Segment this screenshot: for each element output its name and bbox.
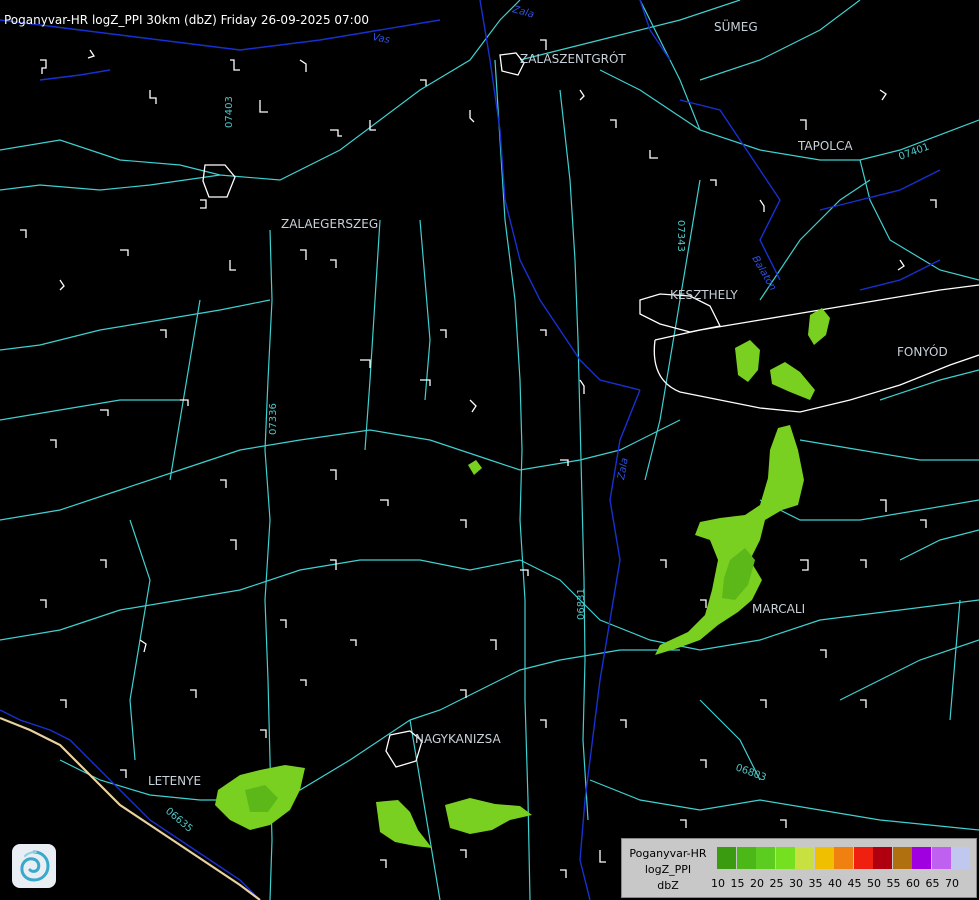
river-labels: Zala Vas Zala Balaton (371, 4, 778, 481)
legend-unit: dbZ (657, 879, 679, 892)
legend-tick: 70 (945, 877, 959, 890)
legend-swatch (717, 847, 736, 869)
road-label: 06635 (163, 806, 194, 835)
legend-swatch (756, 847, 775, 869)
river-label: Zala (510, 4, 535, 21)
echo-marcali (655, 425, 804, 655)
road-label: 07403 (224, 96, 235, 128)
map-title: Poganyvar-HR logZ_PPI 30km (dbZ) Friday … (4, 13, 369, 27)
echo-fonyod (808, 308, 830, 345)
city-zalaszentgrot: ZALASZENTGRÓT (520, 51, 626, 66)
legend-swatch (873, 847, 892, 869)
legend-tick: 10 (711, 877, 725, 890)
legend-swatch (931, 847, 951, 869)
echo-keszthely-2 (770, 362, 815, 400)
city-fonyod: FONYÓD (897, 344, 948, 359)
legend-tick: 40 (828, 877, 842, 890)
legend-tick: 30 (789, 877, 803, 890)
legend-swatch (951, 847, 970, 869)
legend-swatch (775, 847, 795, 869)
road-label: 06803 (734, 762, 768, 783)
legend-swatch (912, 847, 931, 869)
river-label: Vas (371, 32, 390, 46)
legend-tick: 15 (730, 877, 745, 890)
legend-tick: 35 (808, 877, 823, 890)
city-tapolca: TAPOLCA (797, 139, 853, 153)
echo-nagykanizsa-1 (376, 800, 432, 848)
met-service-swirl-icon (12, 844, 56, 888)
city-letenye: LETENYE (148, 774, 201, 788)
river-label: Zala (616, 457, 631, 481)
color-legend: Poganyvar-HR logZ_PPI dbZ 10 15 20 25 30 35 40… (621, 838, 977, 898)
city-nagykanizsa: NAGYKANIZSA (415, 732, 501, 746)
road-label: 07343 (675, 220, 686, 252)
echo-keszthely-1 (735, 340, 760, 382)
radar-map: SÜMEG ZALASZENTGRÓT TAPOLCA ZALAEGERSZEG… (0, 0, 979, 900)
legend-tick: 45 (847, 877, 862, 890)
road-network (0, 0, 979, 900)
legend-swatch (892, 847, 912, 869)
legend-tick: 20 (750, 877, 764, 890)
legend-swatch (834, 847, 853, 869)
legend-swatch (814, 847, 834, 869)
legend-swatch (853, 847, 873, 869)
river-network (0, 0, 941, 900)
echo-nagykanizsa-2 (445, 798, 532, 834)
legend-title: Poganyvar-HR (629, 847, 707, 860)
legend-tick: 25 (769, 877, 784, 890)
road-label: 06831 (576, 588, 587, 620)
city-sumeg: SÜMEG (714, 18, 758, 34)
legend-tick: 55 (886, 877, 901, 890)
legend-product: logZ_PPI (644, 863, 692, 876)
legend-tick: 50 (867, 877, 881, 890)
legend-swatch (736, 847, 756, 869)
legend-swatch (795, 847, 814, 869)
city-keszthely: KESZTHELY (670, 288, 738, 302)
river-label: Balaton (749, 254, 778, 293)
legend-tick: 65 (925, 877, 940, 890)
city-zalaegerszeg: ZALAEGERSZEG (281, 217, 378, 231)
legend-tick: 60 (906, 877, 920, 890)
city-marcali: MARCALI (752, 602, 805, 616)
echo-small (468, 460, 482, 475)
road-label: 07336 (268, 403, 279, 435)
